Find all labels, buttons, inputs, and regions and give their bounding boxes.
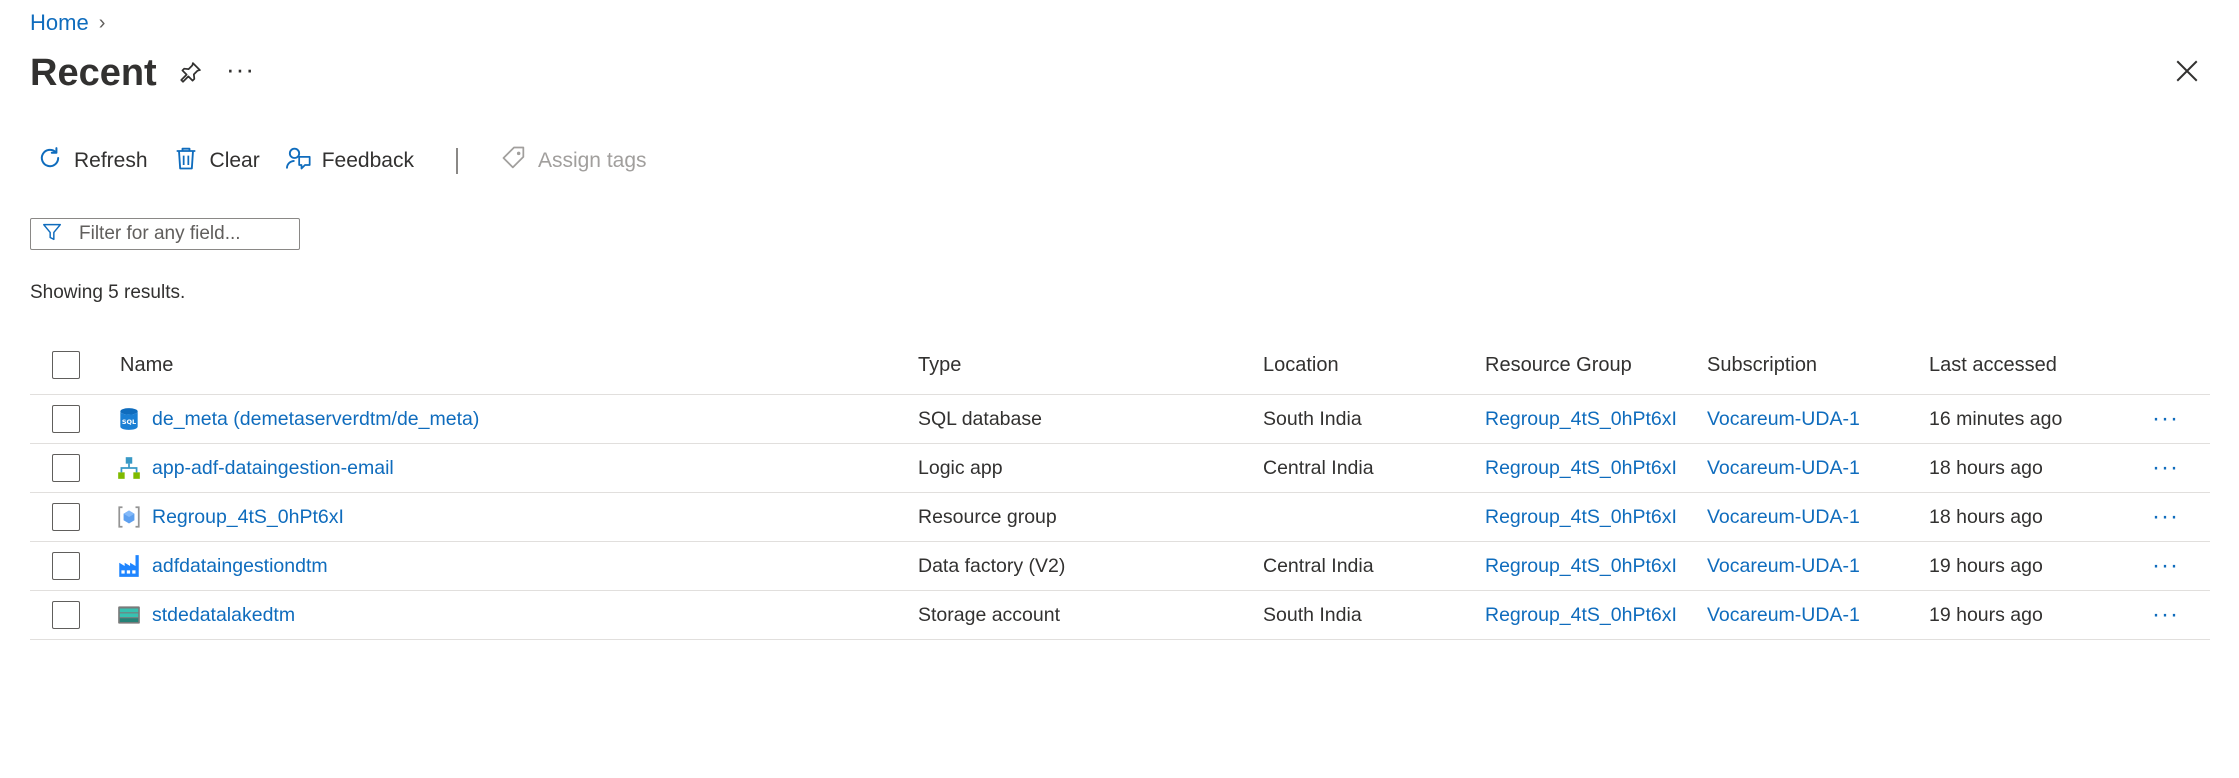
tag-icon — [500, 144, 528, 178]
toolbar-divider — [455, 148, 458, 174]
table-row: adfdataingestiondtm Data factory (V2) Ce… — [30, 542, 2210, 591]
resource-type: Resource group — [918, 505, 1057, 528]
recent-resources-table: Name Type Location Resource Group Subscr… — [30, 336, 2210, 640]
resource-group-link[interactable]: Regroup_4tS_0hPt6xI — [1485, 444, 1677, 492]
resource-location: Central India — [1263, 554, 1374, 577]
resource-name-link[interactable]: de_meta (demetaserverdtm/de_meta) — [152, 408, 479, 431]
more-options-icon[interactable]: ··· — [226, 54, 255, 85]
column-header-resource-group[interactable]: Resource Group — [1485, 336, 1632, 394]
refresh-label: Refresh — [74, 149, 148, 172]
row-more-options-icon[interactable]: ··· — [2152, 493, 2179, 541]
row-more-options-icon[interactable]: ··· — [2152, 395, 2179, 443]
subscription-link[interactable]: Vocareum-UDA-1 — [1707, 591, 1860, 639]
row-checkbox[interactable] — [52, 552, 80, 580]
resource-type: Logic app — [918, 456, 1003, 479]
resource-location: South India — [1263, 407, 1362, 430]
data-factory-icon — [116, 553, 142, 579]
row-checkbox[interactable] — [52, 405, 80, 433]
logic-app-icon — [116, 455, 142, 481]
chevron-right-icon: › — [98, 11, 106, 34]
filter-input[interactable] — [77, 222, 291, 246]
column-header-subscription[interactable]: Subscription — [1707, 336, 1817, 394]
resource-group-icon — [116, 504, 142, 530]
resource-name-link[interactable]: app-adf-dataingestion-email — [152, 457, 394, 480]
resource-name-link[interactable]: Regroup_4tS_0hPt6xI — [152, 506, 344, 529]
breadcrumb: Home › — [30, 8, 105, 38]
column-header-location[interactable]: Location — [1263, 336, 1339, 394]
last-accessed: 18 hours ago — [1929, 505, 2043, 528]
storage-account-icon — [116, 602, 142, 628]
resource-name-link[interactable]: stdedatalakedtm — [152, 604, 295, 627]
resource-location: South India — [1263, 603, 1362, 626]
feedback-button[interactable]: Feedback — [284, 144, 414, 178]
last-accessed: 18 hours ago — [1929, 456, 2043, 479]
last-accessed: 16 minutes ago — [1929, 407, 2063, 430]
breadcrumb-home-link[interactable]: Home — [30, 10, 89, 36]
resource-group-link[interactable]: Regroup_4tS_0hPt6xI — [1485, 493, 1677, 541]
filter-icon — [31, 221, 63, 248]
column-header-name[interactable]: Name — [120, 336, 173, 394]
resource-group-link[interactable]: Regroup_4tS_0hPt6xI — [1485, 395, 1677, 443]
page-title: Recent — [30, 52, 157, 94]
resource-name-link[interactable]: adfdataingestiondtm — [152, 555, 328, 578]
clear-button[interactable]: Clear — [172, 144, 260, 178]
filter-box — [30, 218, 300, 250]
table-row: Regroup_4tS_0hPt6xI Resource group Regro… — [30, 493, 2210, 542]
row-more-options-icon[interactable]: ··· — [2152, 444, 2179, 492]
row-more-options-icon[interactable]: ··· — [2152, 591, 2179, 639]
assign-tags-button[interactable]: Assign tags — [500, 144, 647, 178]
pin-icon[interactable] — [176, 59, 204, 87]
table-row: SQL de_meta (demetaserverdtm/de_meta) SQ… — [30, 395, 2210, 444]
subscription-link[interactable]: Vocareum-UDA-1 — [1707, 395, 1860, 443]
close-icon[interactable] — [2174, 58, 2200, 84]
results-count: Showing 5 results. — [30, 282, 186, 303]
toolbar: Refresh Clear Feedback Assign tags — [36, 143, 671, 179]
table-header-row: Name Type Location Resource Group Subscr… — [30, 336, 2210, 395]
row-checkbox[interactable] — [52, 503, 80, 531]
subscription-link[interactable]: Vocareum-UDA-1 — [1707, 493, 1860, 541]
subscription-link[interactable]: Vocareum-UDA-1 — [1707, 542, 1860, 590]
sql-database-icon: SQL — [116, 406, 142, 432]
table-row: stdedatalakedtm Storage account South In… — [30, 591, 2210, 640]
select-all-checkbox[interactable] — [52, 351, 80, 379]
row-more-options-icon[interactable]: ··· — [2152, 542, 2179, 590]
resource-group-link[interactable]: Regroup_4tS_0hPt6xI — [1485, 542, 1677, 590]
assign-tags-label: Assign tags — [537, 149, 647, 172]
resource-type: Data factory (V2) — [918, 554, 1066, 577]
feedback-label: Feedback — [321, 149, 414, 172]
column-header-type[interactable]: Type — [918, 336, 961, 394]
last-accessed: 19 hours ago — [1929, 603, 2043, 626]
resource-group-link[interactable]: Regroup_4tS_0hPt6xI — [1485, 591, 1677, 639]
resource-location: Central India — [1263, 456, 1374, 479]
resource-type: SQL database — [918, 407, 1042, 430]
trash-icon — [172, 144, 200, 178]
svg-text:SQL: SQL — [122, 418, 136, 426]
feedback-icon — [284, 144, 312, 178]
row-checkbox[interactable] — [52, 601, 80, 629]
column-header-last-accessed[interactable]: Last accessed — [1929, 336, 2057, 394]
subscription-link[interactable]: Vocareum-UDA-1 — [1707, 444, 1860, 492]
last-accessed: 19 hours ago — [1929, 554, 2043, 577]
table-row: app-adf-dataingestion-email Logic app Ce… — [30, 444, 2210, 493]
resource-type: Storage account — [918, 603, 1061, 626]
refresh-button[interactable]: Refresh — [36, 144, 148, 178]
clear-label: Clear — [209, 149, 260, 172]
row-checkbox[interactable] — [52, 454, 80, 482]
refresh-icon — [36, 144, 64, 178]
